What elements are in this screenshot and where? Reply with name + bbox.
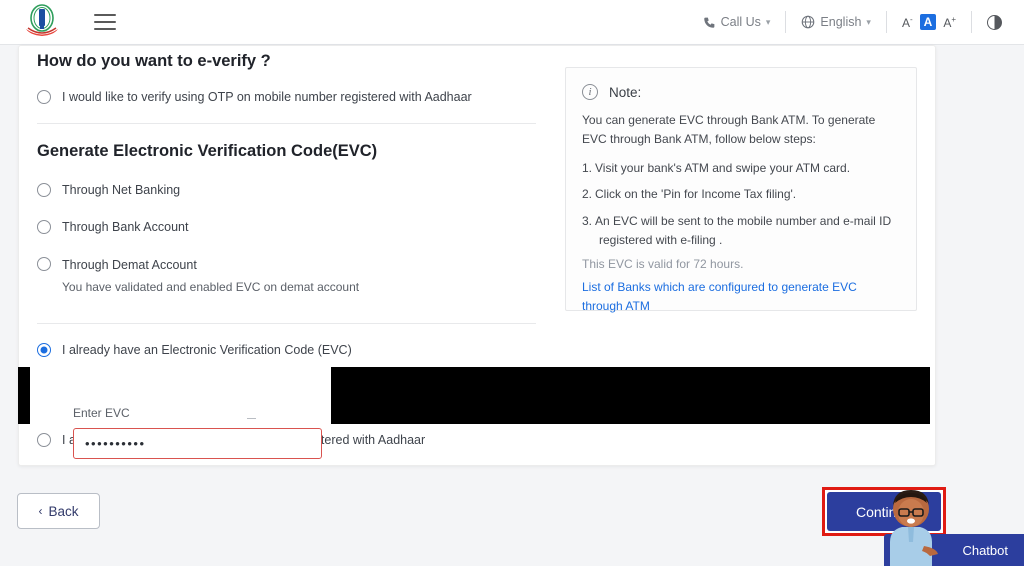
evc-input-group: Enter EVC [73,406,322,459]
income-tax-emblem-logo-icon[interactable] [22,2,62,42]
note-panel: i Note: You can generate EVC through Ban… [565,67,917,311]
note-validity-text: This EVC is valid for 72 hours. [582,257,898,271]
chevron-left-icon: ‹ [38,504,42,518]
evc-input-label: Enter EVC [73,406,322,420]
radio-button[interactable] [37,433,51,447]
decor-dash [247,418,256,419]
redaction-bar-left [18,367,30,424]
chatbot-avatar[interactable] [880,484,942,566]
note-step: 1.Visit your bank's ATM and swipe your A… [582,159,898,178]
radio-button[interactable] [37,343,51,357]
note-steps-list: 1.Visit your bank's ATM and swipe your A… [582,159,898,249]
section-divider [37,323,536,324]
hamburger-menu-icon[interactable] [94,14,116,30]
font-normal-button[interactable]: A [920,14,937,30]
contrast-toggle-icon[interactable] [987,15,1002,30]
header-divider [886,11,887,33]
demat-text-group: Through Demat Account You have validated… [62,256,359,295]
radio-button[interactable] [37,183,51,197]
font-increase-button[interactable]: A+ [943,16,956,29]
radio-button[interactable] [37,220,51,234]
radio-button[interactable] [37,257,51,271]
evc-input[interactable] [73,428,322,459]
site-header: Call Us ▾ English ▾ A- A A+ [0,0,1024,45]
section-divider [37,123,536,124]
header-divider [971,11,972,33]
header-actions: Call Us ▾ English ▾ A- A A+ [703,0,1024,44]
radio-option-have-evc[interactable]: I already have an Electronic Verificatio… [37,342,352,359]
radio-option-aadhaar-otp[interactable]: I would like to verify using OTP on mobi… [37,89,472,106]
language-label: English [820,15,861,29]
bank-list-link[interactable]: List of Banks which are configured to ge… [582,278,898,315]
header-divider [785,11,786,33]
language-selector[interactable]: English ▾ [801,15,871,29]
font-decrease-button[interactable]: A- [902,16,913,29]
demat-subtext: You have validated and enabled EVC on de… [62,279,359,295]
page-title: How do you want to e-verify ? [37,52,271,71]
info-circle-icon: i [582,84,598,100]
radio-option-net-banking[interactable]: Through Net Banking [37,182,180,199]
radio-option-bank-account[interactable]: Through Bank Account [37,219,188,236]
font-size-controls: A- A A+ [902,14,956,30]
phone-icon [703,16,716,29]
note-step: 2.Click on the 'Pin for Income Tax filin… [582,185,898,204]
radio-button[interactable] [37,90,51,104]
section-title-evc: Generate Electronic Verification Code(EV… [37,142,377,161]
app-screen: Call Us ▾ English ▾ A- A A+ [0,0,1024,566]
back-button-label: Back [48,504,78,519]
chatbot-label: Chatbot [962,543,1008,558]
note-header: i Note: [582,84,898,100]
globe-icon [801,15,815,29]
chevron-down-icon: ▾ [866,17,871,28]
note-title: Note: [609,85,641,100]
note-intro-text: You can generate EVC through Bank ATM. T… [582,111,898,150]
note-step: 3.An EVC will be sent to the mobile numb… [582,212,898,249]
call-us-menu[interactable]: Call Us ▾ [703,15,771,29]
chevron-down-icon: ▾ [766,17,771,28]
back-button[interactable]: ‹ Back [17,493,100,529]
call-us-label: Call Us [721,15,761,29]
radio-option-demat-account[interactable]: Through Demat Account You have validated… [37,256,359,295]
redaction-bar-right [331,367,930,424]
